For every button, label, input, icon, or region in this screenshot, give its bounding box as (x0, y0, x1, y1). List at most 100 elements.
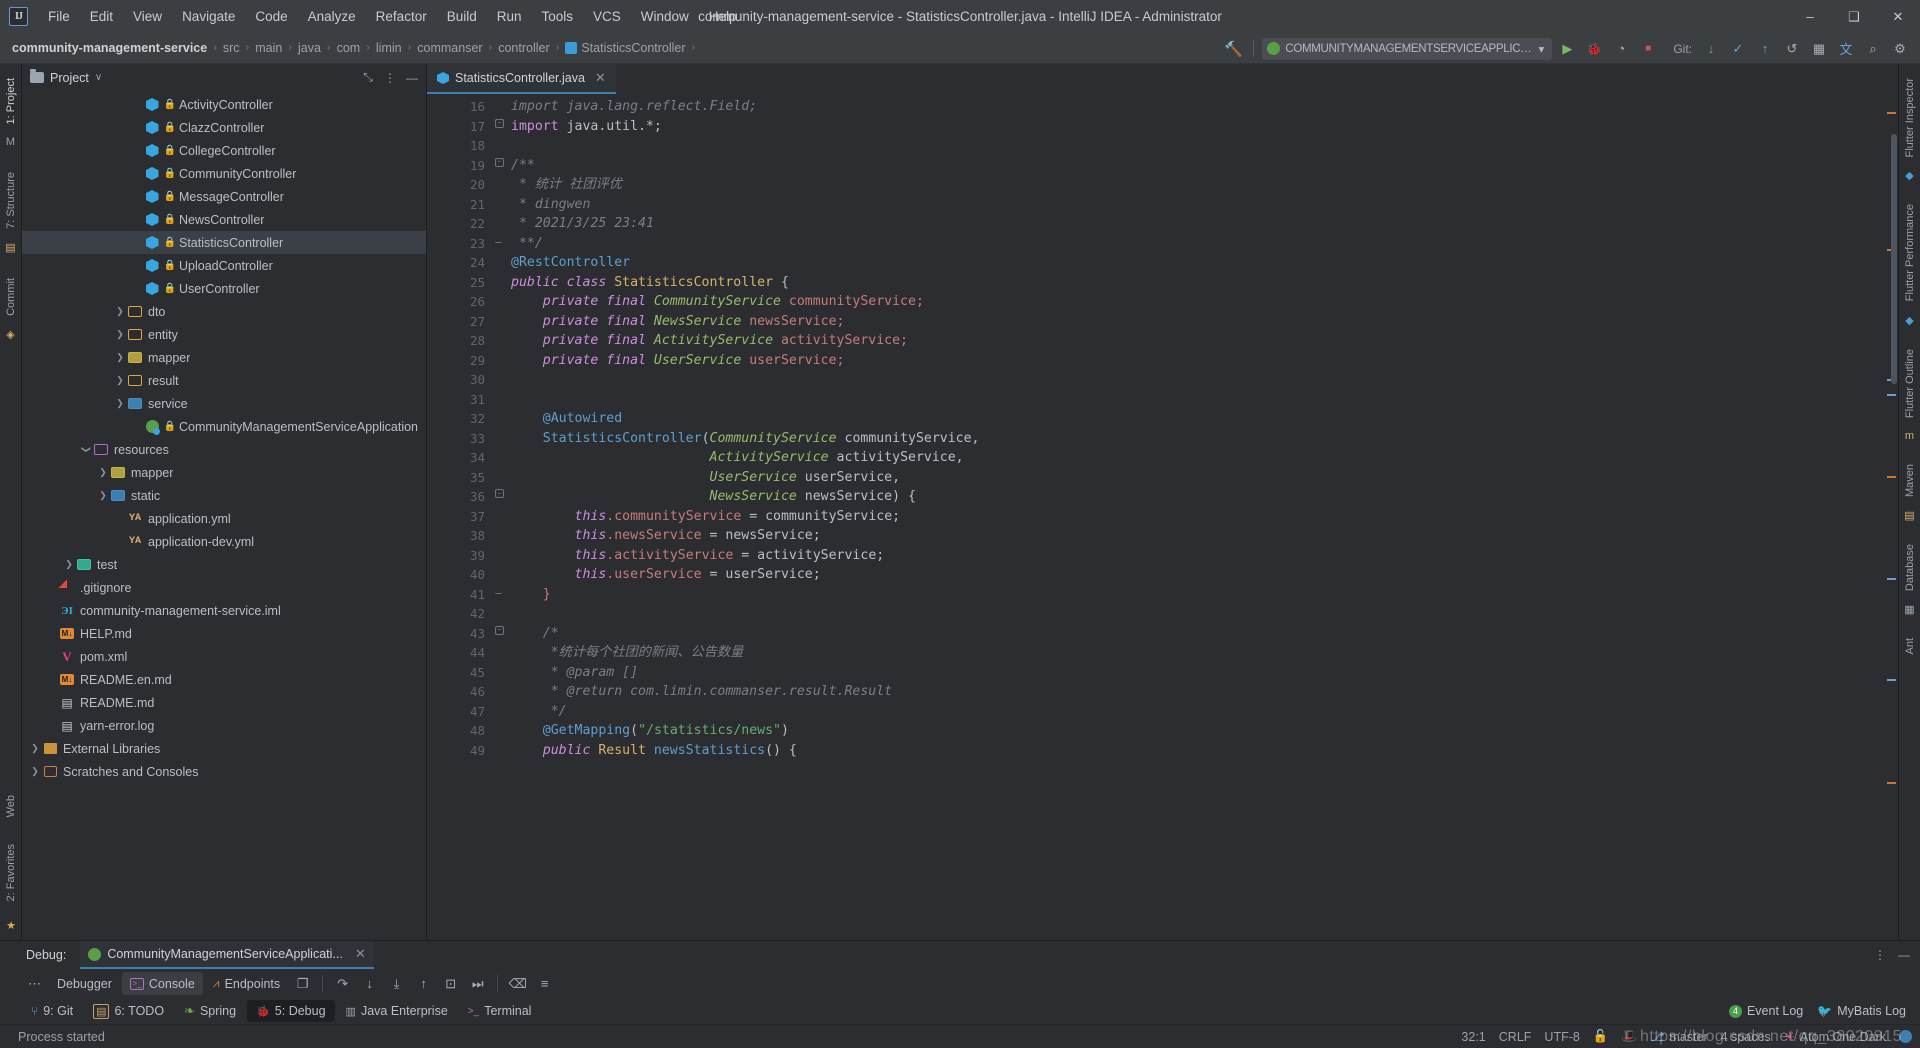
tree-node-readme-md[interactable]: ▤ README.md (22, 691, 426, 714)
fold-region[interactable] (489, 348, 511, 368)
lock-icon[interactable]: 🔓 (1593, 1029, 1609, 1044)
breadcrumb-item-main[interactable]: main (255, 41, 282, 55)
file-encoding[interactable]: UTF-8 (1544, 1030, 1579, 1044)
code-line[interactable]: UserService userService, (511, 468, 1884, 488)
tree-node-application-dev-yml[interactable]: YA application-dev.yml (22, 530, 426, 553)
sidebar-tab-flutter-performance[interactable]: Flutter Performance (1902, 196, 1918, 309)
sidebar-tab-web[interactable]: Web (3, 787, 19, 825)
sidebar-tab-project[interactable]: 1: Project (3, 70, 19, 132)
fold-region[interactable]: − (489, 484, 511, 504)
tree-node-activitycontroller[interactable]: 🔒 ActivityController (22, 93, 426, 116)
chevron-down-icon[interactable]: ∨ (95, 72, 102, 83)
bottom-tab-todo[interactable]: ▤ 6: TODO (84, 1000, 173, 1022)
line-number[interactable]: 22 (427, 214, 489, 234)
line-number[interactable]: 42 (427, 604, 489, 624)
tree-node-clazzcontroller[interactable]: 🔒 ClazzController (22, 116, 426, 139)
tree-node-communitycontroller[interactable]: 🔒 CommunityController (22, 162, 426, 185)
bottom-tab-debug[interactable]: 🐞 5: Debug (247, 1000, 335, 1022)
fold-region[interactable] (489, 601, 511, 621)
hide-panel-icon[interactable]: — (402, 68, 422, 88)
theme-indicator[interactable]: ☀ Atom One Dark (1784, 1029, 1886, 1045)
fold-region[interactable] (489, 562, 511, 582)
run-configuration-selector[interactable]: COMMUNITYMANAGEMENTSERVICEAPPLICATION ▾ (1262, 37, 1553, 60)
bookmarks-icon[interactable]: ▤ (5, 241, 15, 254)
code-line[interactable]: NewsService newsService) { (511, 487, 1884, 507)
git-update-icon[interactable]: ↓ (1699, 37, 1723, 61)
code-line[interactable]: @GetMapping("/statistics/news") (511, 721, 1884, 741)
git-history-icon[interactable]: ↺ (1780, 37, 1804, 61)
sidebar-tab-maven[interactable]: Maven (1902, 456, 1918, 505)
fold-region[interactable] (489, 211, 511, 231)
overflow-icon[interactable]: ⋯ (22, 972, 47, 995)
code-line[interactable]: StatisticsController(CommunityService co… (511, 429, 1884, 449)
fold-region[interactable] (489, 328, 511, 348)
menu-tools[interactable]: Tools (532, 5, 584, 28)
tree-expand-arrow[interactable]: ❯ (113, 398, 127, 409)
code-line[interactable]: */ (511, 702, 1884, 722)
tree-node-dto[interactable]: ❯ dto (22, 300, 426, 323)
fold-region[interactable]: − (489, 153, 511, 173)
code-line[interactable]: import java.lang.reflect.Field; (511, 97, 1884, 117)
bottom-tab-git[interactable]: ⑂ 9: Git (22, 1000, 82, 1022)
fold-region[interactable]: − (489, 621, 511, 641)
stop-icon[interactable]: ■ (1636, 37, 1660, 61)
inspection-icon[interactable]: 🎩 (1621, 1029, 1637, 1044)
tree-node-usercontroller[interactable]: 🔒 UserController (22, 277, 426, 300)
search-icon[interactable]: ⌕ (1861, 37, 1885, 61)
menu-run[interactable]: Run (487, 5, 532, 28)
fold-end-icon[interactable] (495, 587, 502, 594)
code-line[interactable]: private final CommunityService community… (511, 292, 1884, 312)
menu-code[interactable]: Code (245, 5, 297, 28)
editor-scrollbar-thumb[interactable] (1891, 134, 1897, 384)
git-branch-indicator[interactable]: ⎇ master (1650, 1029, 1708, 1045)
breadcrumb-item-controller[interactable]: controller (498, 41, 549, 55)
debug-icon[interactable]: 🐞 (1582, 37, 1606, 61)
code-line[interactable]: /* (511, 624, 1884, 644)
breadcrumb-item-java[interactable]: java (298, 41, 321, 55)
code-line[interactable] (511, 370, 1884, 390)
git-push-icon[interactable]: ↑ (1753, 37, 1777, 61)
close-icon[interactable]: ✕ (355, 946, 366, 962)
debug-session-tab[interactable]: CommunityManagementServiceApplicati... ✕ (80, 941, 374, 969)
line-number[interactable]: 35➦ (427, 468, 502, 488)
hammer-icon[interactable]: 🔨 (1221, 37, 1245, 61)
tree-node-static[interactable]: ❯ static (22, 484, 426, 507)
fold-end-icon[interactable] (495, 236, 502, 243)
fold-region[interactable] (489, 250, 511, 270)
tree-expand-arrow[interactable]: ❯ (28, 766, 42, 777)
sidebar-tab-favorites[interactable]: 2: Favorites (3, 836, 19, 909)
breadcrumb-item-commanser[interactable]: commanser (417, 41, 482, 55)
tree-node-scratches-and-consoles[interactable]: ❯ Scratches and Consoles (22, 760, 426, 783)
fold-region[interactable] (489, 718, 511, 738)
debug-tab-console[interactable]: >_ Console (121, 972, 203, 995)
options-icon[interactable]: ⋮ (1870, 945, 1890, 965)
sidebar-tab-flutter-outline[interactable]: Flutter Outline (1902, 341, 1918, 426)
menu-analyze[interactable]: Analyze (298, 5, 366, 28)
code-line[interactable]: @Autowired (511, 409, 1884, 429)
tree-expand-arrow[interactable]: ❯ (113, 329, 127, 340)
code-line[interactable]: private final NewsService newsService; (511, 312, 1884, 332)
notification-dot[interactable] (1899, 1030, 1912, 1043)
fold-region[interactable] (489, 523, 511, 543)
tree-node-pom-xml[interactable]: Vpom.xml (22, 645, 426, 668)
code-line[interactable] (511, 136, 1884, 156)
debug-tab-debugger[interactable]: Debugger (49, 972, 120, 995)
fold-region[interactable] (489, 192, 511, 212)
tree-node-entity[interactable]: ❯ entity (22, 323, 426, 346)
translate-icon[interactable]: 文 (1834, 37, 1858, 61)
sidebar-tab-flutter-inspector[interactable]: Flutter Inspector (1902, 70, 1918, 165)
fold-collapse-icon[interactable]: − (495, 118, 504, 128)
menu-edit[interactable]: Edit (80, 5, 123, 28)
settings-list-icon[interactable]: ≡ (532, 972, 557, 995)
fold-collapse-icon[interactable]: − (495, 489, 504, 498)
fold-region[interactable] (489, 640, 511, 660)
mybatis-log-button[interactable]: 🐦 MyBatis Log (1817, 1004, 1906, 1018)
tree-expand-arrow[interactable]: ❯ (113, 352, 127, 363)
code-line[interactable]: ActivityService activityService, (511, 448, 1884, 468)
menu-refactor[interactable]: Refactor (366, 5, 437, 28)
code-line[interactable]: import java.util.*; (511, 117, 1884, 137)
code-line[interactable]: public class StatisticsController { (511, 273, 1884, 293)
evaluate-icon[interactable]: ⌫ (505, 972, 530, 995)
fold-region[interactable] (489, 738, 511, 758)
line-number[interactable]: 39 (427, 546, 489, 566)
